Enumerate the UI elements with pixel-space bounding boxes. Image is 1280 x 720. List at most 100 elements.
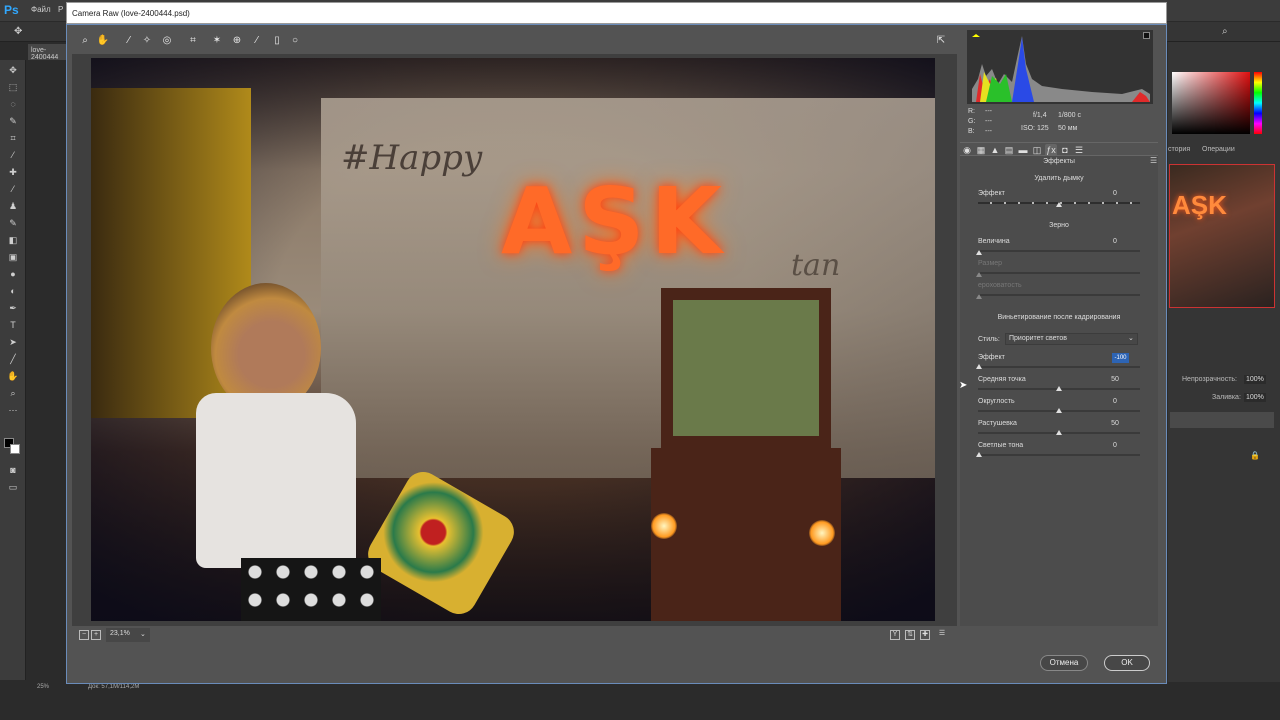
vignette-roundness-label: Округлость: [978, 398, 1015, 405]
graduated-filter-icon[interactable]: ▯: [270, 34, 284, 48]
dialog-title: Camera Raw (love-2400444.psd): [72, 9, 190, 18]
marquee-tool-icon[interactable]: ⬚: [7, 81, 19, 93]
vignette-roundness-value[interactable]: 0: [1106, 398, 1124, 405]
copy-settings-button[interactable]: ✚: [920, 630, 930, 640]
mouse-cursor-icon: ➤: [959, 380, 968, 391]
vignette-highlights-track[interactable]: [978, 454, 1140, 456]
search-icon[interactable]: ⌕: [1222, 26, 1228, 37]
tab-presets-icon[interactable]: ☰: [1073, 144, 1085, 156]
preview-settings-icon[interactable]: ☰: [937, 630, 947, 640]
hue-slider[interactable]: [1254, 72, 1262, 134]
vignette-highlights-value[interactable]: 0: [1106, 442, 1124, 449]
tab-calibration-icon[interactable]: ◘: [1059, 144, 1071, 156]
b-value: ---: [985, 128, 992, 135]
line-tool-icon[interactable]: ╱: [7, 353, 19, 365]
grain-amount-value[interactable]: 0: [1106, 238, 1124, 245]
panel-title: Эффекты: [1043, 158, 1075, 165]
layer-row[interactable]: [1170, 412, 1274, 428]
tab-effects-icon[interactable]: ƒx: [1045, 144, 1057, 156]
hand-tool-icon[interactable]: ✋: [96, 34, 110, 48]
move-tool-icon[interactable]: ✥: [7, 64, 19, 76]
grain-amount-track[interactable]: [978, 250, 1140, 252]
menu-edit[interactable]: Р: [58, 5, 63, 14]
navigator-thumbnail[interactable]: [1169, 164, 1275, 308]
vignette-midpoint-thumb[interactable]: [1056, 386, 1062, 391]
hand-tool-icon[interactable]: ✋: [7, 370, 19, 382]
vignette-effect-track[interactable]: [978, 366, 1140, 368]
tab-hsl-icon[interactable]: ▤: [1003, 144, 1015, 156]
eraser-icon[interactable]: ◧: [7, 234, 19, 246]
brush-tool-icon[interactable]: ⁄: [7, 183, 19, 195]
menu-file[interactable]: Файл: [31, 5, 51, 14]
dehaze-effect-value[interactable]: 0: [1106, 190, 1124, 197]
type-tool-icon[interactable]: T: [7, 319, 19, 331]
move-tool-icon[interactable]: ✥: [14, 26, 22, 37]
tab-lens-icon[interactable]: ◫: [1031, 144, 1043, 156]
vignette-midpoint-value[interactable]: 50: [1106, 376, 1124, 383]
vignette-feather-thumb[interactable]: [1056, 430, 1062, 435]
tab-detail-icon[interactable]: ▲: [989, 144, 1001, 156]
tab-basic-icon[interactable]: ◉: [961, 144, 973, 156]
photo-preview[interactable]: #Happy AŞK tan: [91, 58, 935, 621]
vignette-effect-input[interactable]: -100: [1112, 353, 1129, 363]
quick-mask-icon[interactable]: ◙: [7, 464, 19, 476]
vignette-feather-value[interactable]: 50: [1106, 420, 1124, 427]
vignette-highlights-thumb[interactable]: [976, 452, 982, 457]
zoom-tool-icon[interactable]: ⌕: [78, 34, 92, 48]
zoom-tool-icon[interactable]: ⌕: [7, 387, 19, 399]
adjustment-brush-icon[interactable]: ⁄: [250, 34, 264, 48]
radial-filter-icon[interactable]: ○: [288, 34, 302, 48]
grain-amount-thumb[interactable]: [976, 250, 982, 255]
quick-select-icon[interactable]: ✎: [7, 115, 19, 127]
zoom-select[interactable]: 23,1% ⌄: [106, 628, 150, 642]
opacity-field[interactable]: 100%: [1244, 375, 1266, 384]
rgb-info: R: --- G: --- B: --- f/1,4 1/800 с ISO: …: [967, 106, 1153, 140]
stamp-tool-icon[interactable]: ♟: [7, 200, 19, 212]
healing-brush-icon[interactable]: ✚: [7, 166, 19, 178]
history-tab[interactable]: стория: [1168, 146, 1190, 153]
blur-tool-icon[interactable]: ●: [7, 268, 19, 280]
fill-field[interactable]: 100%: [1244, 393, 1266, 402]
red-eye-icon[interactable]: ⊕: [230, 34, 244, 48]
spot-removal-icon[interactable]: ✶: [210, 34, 224, 48]
ok-button[interactable]: OK: [1104, 655, 1150, 671]
iso: ISO: 125: [1021, 125, 1049, 132]
document-tab[interactable]: love-2400444: [28, 44, 68, 61]
history-brush-icon[interactable]: ✎: [7, 217, 19, 229]
vignette-roundness-thumb[interactable]: [1056, 408, 1062, 413]
lasso-tool-icon[interactable]: ◌: [7, 98, 19, 110]
crop-icon[interactable]: ⌗: [186, 34, 200, 48]
vignette-style-label: Стиль:: [978, 336, 1000, 343]
gradient-tool-icon[interactable]: ▣: [7, 251, 19, 263]
background-color-swatch[interactable]: [10, 444, 20, 454]
color-picker-field[interactable]: [1172, 72, 1250, 134]
before-after-y-button[interactable]: Y: [890, 630, 900, 640]
operations-tab[interactable]: Операции: [1202, 146, 1235, 153]
dodge-tool-icon[interactable]: ◐: [7, 285, 19, 297]
zoom-out-button[interactable]: −: [79, 630, 89, 640]
targeted-adjust-icon[interactable]: ◎: [160, 34, 174, 48]
highlight-clipping-toggle[interactable]: [1143, 32, 1150, 39]
color-sampler-icon[interactable]: ✧: [140, 34, 154, 48]
tab-split-toning-icon[interactable]: ▬: [1017, 144, 1029, 156]
path-select-icon[interactable]: ➤: [7, 336, 19, 348]
panel-menu-icon[interactable]: ☰: [1150, 156, 1157, 165]
tab-tone-curve-icon[interactable]: ▦: [975, 144, 987, 156]
more-tools-icon[interactable]: ⋯: [7, 404, 19, 416]
white-balance-icon[interactable]: ⁄: [122, 34, 136, 48]
eyedropper-icon[interactable]: ⁄: [7, 149, 19, 161]
vignette-style-value: Приоритет светов: [1009, 335, 1068, 342]
swap-before-after-button[interactable]: ⇅: [905, 630, 915, 640]
crop-tool-icon[interactable]: ⌗: [7, 132, 19, 144]
vignette-effect-thumb[interactable]: [976, 364, 982, 369]
photo-neon-sign: AŞK: [501, 168, 728, 275]
vignette-style-select[interactable]: Приоритет светов ⌄: [1005, 333, 1138, 345]
r-value: ---: [985, 108, 992, 115]
dehaze-slider-thumb[interactable]: [1056, 202, 1062, 207]
screen-mode-icon[interactable]: ▭: [7, 481, 19, 493]
tools-panel: ✥ ⬚ ◌ ✎ ⌗ ⁄ ✚ ⁄ ♟ ✎ ◧ ▣ ● ◐ ✒ T ➤ ╱ ✋ ⌕ …: [0, 60, 26, 680]
cancel-button[interactable]: Отмена: [1040, 655, 1088, 671]
open-preferences-icon[interactable]: ⇱: [934, 34, 948, 48]
zoom-in-button[interactable]: +: [91, 630, 101, 640]
pen-tool-icon[interactable]: ✒: [7, 302, 19, 314]
